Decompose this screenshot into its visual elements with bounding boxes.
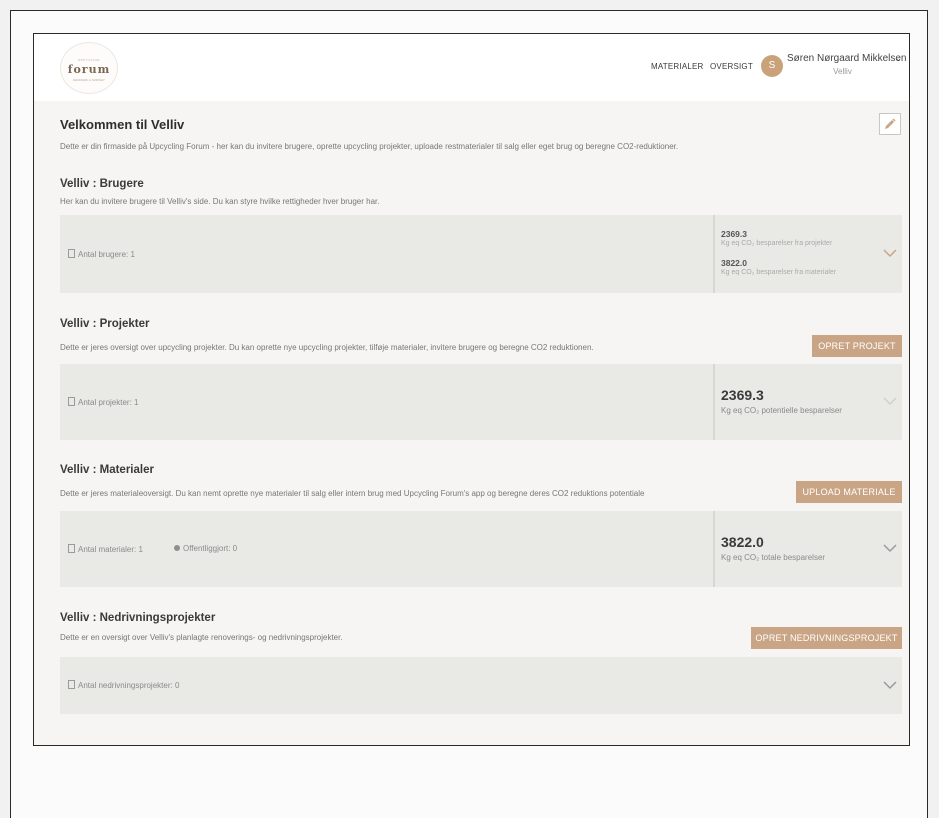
demolition-card[interactable]: Antal nedrivningsprojekter: 0 bbox=[60, 657, 902, 714]
chevron-down-icon[interactable] bbox=[883, 680, 897, 690]
materials-stat-label: Kg eq CO₂ totale besparelser bbox=[721, 553, 826, 562]
users-section-description: Her kan du invitere brugere til Velliv's… bbox=[60, 197, 380, 206]
card-divider bbox=[713, 364, 715, 440]
materials-count-label: Antal materialer: 1 bbox=[78, 545, 143, 554]
create-project-button[interactable]: OPRET PROJEKT bbox=[812, 335, 902, 357]
users-section-title: Velliv : Brugere bbox=[60, 178, 144, 190]
users-count: Antal brugere: 1 bbox=[68, 249, 135, 259]
card-divider bbox=[713, 511, 715, 587]
users-stat-projects-label: Kg eq CO₂ besparelser fra projekter bbox=[721, 240, 833, 247]
materials-published: Offentliggjort: 0 bbox=[174, 544, 237, 553]
user-company: Velliv bbox=[833, 67, 852, 76]
demolition-section-title: Velliv : Nedrivningsprojekter bbox=[60, 612, 216, 624]
projects-count-label: Antal projekter: 1 bbox=[78, 398, 139, 407]
logo-tagline-top: UPCYCLING bbox=[77, 58, 100, 62]
status-dot-icon bbox=[174, 545, 180, 551]
top-navigation-bar: UPCYCLING forum DENMARK & NORWAY MATERIA… bbox=[34, 34, 909, 101]
users-count-label: Antal brugere: 1 bbox=[78, 250, 135, 259]
nav-link-materialer[interactable]: MATERIALER bbox=[651, 62, 704, 71]
projects-stat-value: 2369.3 bbox=[721, 387, 764, 403]
projects-section-description: Dette er jeres oversigt over upcycling p… bbox=[60, 343, 594, 352]
users-stat-materials-value: 3822.0 bbox=[721, 258, 747, 268]
materials-stat-value: 3822.0 bbox=[721, 534, 764, 550]
projects-section-title: Velliv : Projekter bbox=[60, 318, 150, 330]
app-window: UPCYCLING forum DENMARK & NORWAY MATERIA… bbox=[33, 33, 910, 746]
edit-page-button[interactable] bbox=[879, 113, 901, 135]
nav-link-oversigt[interactable]: OVERSIGT bbox=[710, 62, 753, 71]
materials-published-label: Offentliggjort: 0 bbox=[183, 544, 238, 553]
card-divider bbox=[713, 215, 715, 293]
create-demolition-project-button[interactable]: OPRET NEDRIVNINGSPROJEKT bbox=[751, 627, 902, 649]
document-icon bbox=[68, 249, 75, 258]
upload-material-button[interactable]: UPLOAD MATERIALE bbox=[796, 481, 902, 503]
chevron-down-icon[interactable] bbox=[883, 248, 897, 258]
demolition-count: Antal nedrivningsprojekter: 0 bbox=[68, 680, 179, 690]
user-name[interactable]: Søren Nørgaard Mikkelsen bbox=[787, 53, 906, 64]
users-stat-projects-value: 2369.3 bbox=[721, 229, 747, 239]
document-icon bbox=[68, 544, 75, 553]
materials-card[interactable]: Antal materialer: 1 Offentliggjort: 0 38… bbox=[60, 511, 902, 587]
projects-card[interactable]: Antal projekter: 1 2369.3 Kg eq CO₂ pote… bbox=[60, 364, 902, 440]
document-icon bbox=[68, 397, 75, 406]
demolition-count-label: Antal nedrivningsprojekter: 0 bbox=[78, 681, 180, 690]
page-title: Velkommen til Velliv bbox=[60, 117, 185, 132]
materials-section-description: Dette er jeres materialeoversigt. Du kan… bbox=[60, 489, 645, 498]
users-card[interactable]: Antal brugere: 1 2369.3 Kg eq CO₂ bespar… bbox=[60, 215, 902, 293]
chevron-down-icon[interactable] bbox=[883, 396, 897, 406]
logo-wordmark: forum bbox=[67, 63, 111, 76]
page-description: Dette er din firmaside på Upcycling Foru… bbox=[60, 142, 679, 151]
users-stat-materials-label: Kg eq CO₂ besparelser fra materialer bbox=[721, 269, 837, 276]
upcycling-forum-logo[interactable]: UPCYCLING forum DENMARK & NORWAY bbox=[60, 42, 118, 94]
materials-section-title: Velliv : Materialer bbox=[60, 464, 154, 476]
logo-tagline-bottom: DENMARK & NORWAY bbox=[73, 78, 105, 82]
materials-count: Antal materialer: 1 bbox=[68, 544, 143, 554]
demolition-section-description: Dette er en oversigt over Velliv's planl… bbox=[60, 633, 343, 642]
chevron-down-icon[interactable] bbox=[883, 543, 897, 553]
user-avatar[interactable]: S bbox=[761, 55, 783, 77]
projects-count: Antal projekter: 1 bbox=[68, 397, 138, 407]
document-icon bbox=[68, 680, 75, 689]
pencil-icon bbox=[885, 118, 896, 129]
user-menu-chevron-icon[interactable]: ⌄ bbox=[895, 54, 902, 63]
projects-stat-label: Kg eq CO₂ potentielle besparelser bbox=[721, 406, 842, 415]
